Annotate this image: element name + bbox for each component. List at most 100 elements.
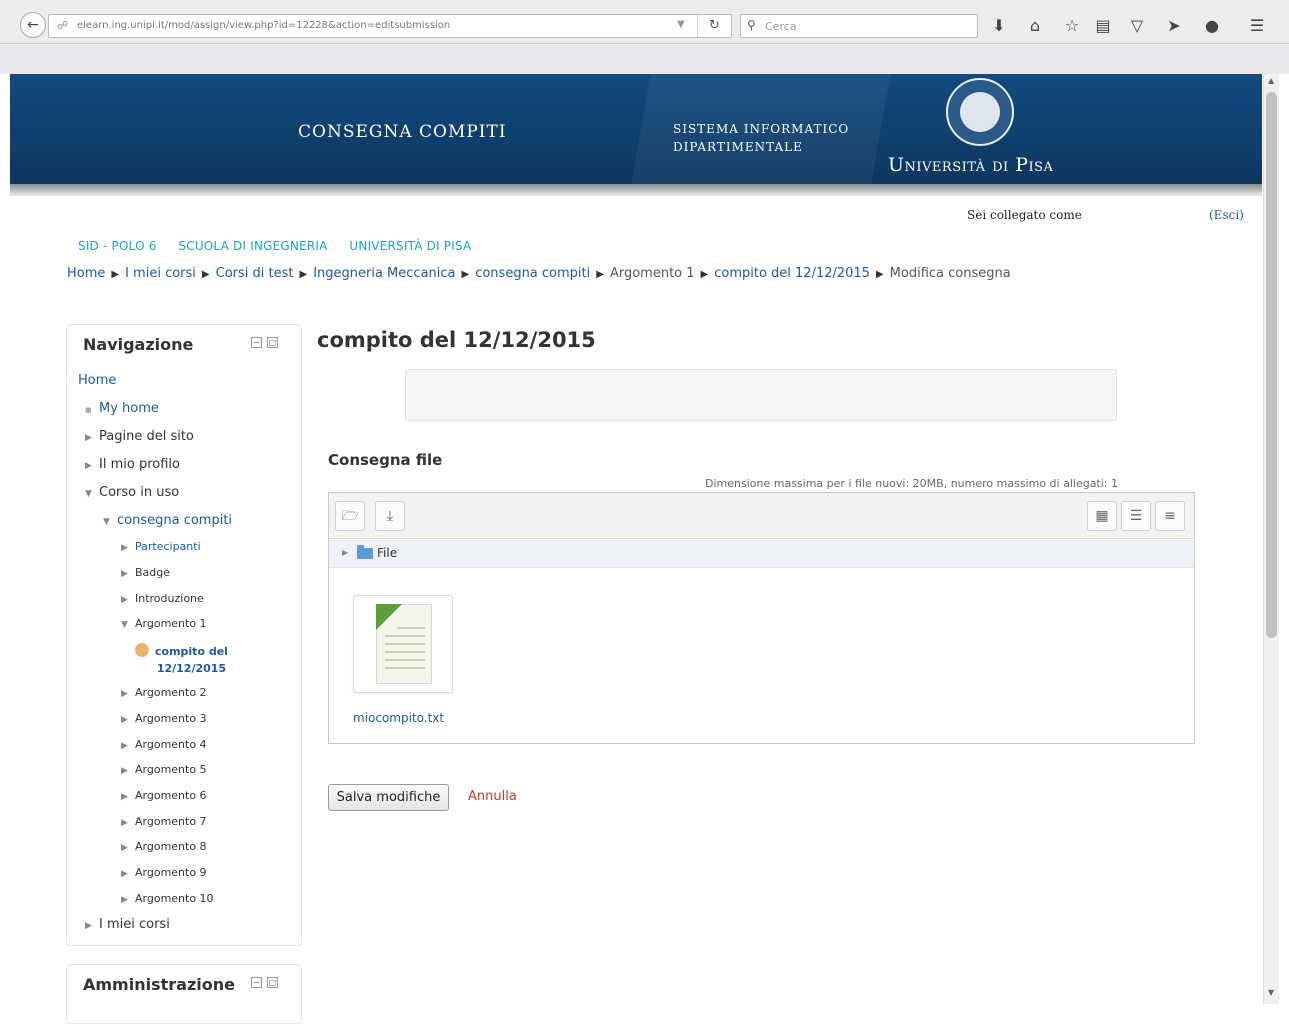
- dock-icon[interactable]: −: [251, 977, 262, 988]
- nav-topic-8[interactable]: ▶ Argomento 8: [121, 840, 207, 853]
- logout-link[interactable]: (Esci): [1209, 208, 1244, 222]
- expand-arrow-icon: ▶: [121, 569, 128, 579]
- page-info-icon[interactable]: ☍: [57, 19, 68, 32]
- nav-badge[interactable]: ▶ Badge: [121, 566, 170, 579]
- scrollbar[interactable]: ▲ ▼: [1263, 74, 1279, 1004]
- breadcrumb-test-courses[interactable]: Corsi di test: [216, 266, 294, 281]
- site-banner: CONSEGNA COMPITI SISTEMA INFORMATICO DIP…: [10, 74, 1262, 184]
- cancel-link[interactable]: Annulla: [468, 789, 517, 804]
- nav-topic-2[interactable]: ▶ Argomento 2: [121, 686, 207, 699]
- expand-arrow-icon: ▶: [121, 818, 128, 828]
- breadcrumb-my-courses[interactable]: I miei corsi: [125, 266, 196, 281]
- nav-current-course[interactable]: ▼ Corso in uso: [85, 485, 179, 500]
- url-text: elearn.ing.unipi.it/mod/assign/view.php?…: [77, 20, 451, 31]
- nav-topic-7[interactable]: ▶ Argomento 7: [121, 815, 207, 828]
- nav-assignment[interactable]: compito del 12/12/2015: [135, 643, 228, 677]
- file-manager-toolbar: 🗁 ⤓ ▦ ☰ ≡: [329, 493, 1194, 539]
- file-submission-label: Consegna file: [328, 451, 443, 469]
- top-link-sid[interactable]: SID - POLO 6: [78, 239, 157, 253]
- nav-topic-4[interactable]: ▶ Argomento 4: [121, 738, 207, 751]
- url-dropdown-icon[interactable]: ▼: [677, 19, 685, 30]
- bullet-icon: ■: [85, 406, 92, 414]
- collapse-block-icon[interactable]: □: [267, 977, 278, 988]
- breadcrumb-separator-icon: ▶: [111, 269, 120, 280]
- text-file-icon: [376, 604, 432, 684]
- scroll-up-icon[interactable]: ▲: [1268, 76, 1274, 85]
- clipboard-icon[interactable]: ▤: [1091, 14, 1115, 38]
- nav-current-course-label: Corso in uso: [99, 485, 180, 500]
- folder-icon: [357, 545, 373, 559]
- nav-topic-6-label: Argomento 6: [135, 789, 207, 802]
- add-file-icon[interactable]: 🗁: [335, 501, 365, 531]
- expand-arrow-icon: ▶: [85, 461, 92, 471]
- url-bar[interactable]: ☍ elearn.ing.unipi.it/mod/assign/view.ph…: [48, 14, 732, 38]
- search-icon: ⚲: [747, 18, 756, 32]
- assignment-icon: [135, 643, 149, 657]
- save-changes-button[interactable]: Salva modifiche: [328, 784, 449, 811]
- view-list-icon[interactable]: ☰: [1121, 501, 1151, 531]
- top-link-unipi[interactable]: UNIVERSITÀ DI PISA: [349, 239, 471, 253]
- nav-topic-10[interactable]: ▶ Argomento 10: [121, 892, 214, 905]
- breadcrumb-home[interactable]: Home: [67, 266, 105, 281]
- nav-my-home[interactable]: ■ My home: [85, 401, 159, 416]
- search-input[interactable]: ⚲ Cerca: [740, 14, 978, 38]
- nav-site-pages[interactable]: ▶ Pagine del sito: [85, 429, 194, 444]
- breadcrumb-separator-icon: ▶: [700, 269, 709, 280]
- breadcrumb-separator-icon: ▶: [461, 269, 470, 280]
- nav-my-courses[interactable]: ▶ I miei corsi: [85, 917, 170, 932]
- nav-course[interactable]: ▼ consegna compiti: [103, 513, 232, 528]
- nav-assignment-label-line1: compito del: [155, 645, 228, 658]
- expand-arrow-icon: ▶: [121, 895, 128, 905]
- nav-topic-6[interactable]: ▶ Argomento 6: [121, 789, 207, 802]
- file-name[interactable]: miocompito.txt: [353, 711, 444, 725]
- nav-topic-3[interactable]: ▶ Argomento 3: [121, 712, 207, 725]
- banner-subtitle: SISTEMA INFORMATICO DIPARTIMENTALE: [673, 120, 849, 156]
- nav-introduction[interactable]: ▶ Introduzione: [121, 592, 204, 605]
- nav-topic-9[interactable]: ▶ Argomento 9: [121, 866, 207, 879]
- top-link-scuola[interactable]: SCUOLA DI INGEGNERIA: [178, 239, 327, 253]
- pocket-icon[interactable]: ▽: [1125, 14, 1149, 38]
- chat-icon[interactable]: ●: [1200, 14, 1224, 38]
- breadcrumb-mechanical-engineering[interactable]: Ingegneria Meccanica: [313, 266, 455, 281]
- university-name: Università di Pisa: [888, 154, 1054, 176]
- dock-icon[interactable]: −: [251, 337, 262, 348]
- breadcrumb-course[interactable]: consegna compiti: [475, 266, 590, 281]
- scroll-down-icon[interactable]: ▼: [1268, 988, 1274, 997]
- folder-label: File: [377, 546, 398, 560]
- breadcrumb-separator-icon: ▶: [875, 269, 884, 280]
- reload-icon[interactable]: ↻: [697, 15, 731, 37]
- nav-my-profile[interactable]: ▶ Il mio profilo: [85, 457, 180, 472]
- download-icon[interactable]: ⬇: [987, 14, 1011, 38]
- breadcrumb-current: Modifica consegna: [889, 266, 1011, 281]
- scrollbar-thumb[interactable]: [1266, 92, 1277, 638]
- collapse-arrow-icon: ▼: [85, 489, 92, 499]
- expand-arrow-icon: ▶: [121, 689, 128, 699]
- bookmark-star-icon[interactable]: ☆: [1060, 14, 1084, 38]
- view-icons-icon[interactable]: ▦: [1087, 501, 1117, 531]
- breadcrumb-separator-icon: ▶: [596, 269, 604, 280]
- file-manager-path[interactable]: ▶ File: [329, 540, 1194, 568]
- breadcrumb-assignment[interactable]: compito del 12/12/2015: [714, 266, 870, 281]
- nav-topic-5[interactable]: ▶ Argomento 5: [121, 763, 207, 776]
- send-icon[interactable]: ➤: [1162, 14, 1186, 38]
- download-all-icon[interactable]: ⤓: [375, 501, 405, 531]
- home-icon[interactable]: ⌂: [1023, 14, 1047, 38]
- file-tile[interactable]: [353, 595, 453, 693]
- nav-topic-1[interactable]: ▼ Argomento 1: [121, 617, 207, 630]
- nav-topic-9-label: Argomento 9: [135, 866, 207, 879]
- university-seal-icon: [946, 78, 1014, 146]
- expand-arrow-icon: ▶: [121, 869, 128, 879]
- nav-participants-label: Partecipanti: [135, 540, 201, 553]
- collapse-block-icon[interactable]: □: [267, 337, 278, 348]
- expand-arrow-icon: ▶: [121, 741, 128, 751]
- nav-participants[interactable]: ▶ Partecipanti: [121, 540, 201, 553]
- back-arrow-icon[interactable]: ←: [20, 12, 46, 38]
- breadcrumb-separator-icon: ▶: [201, 269, 210, 280]
- expand-arrow-icon: ▶: [342, 548, 349, 557]
- view-tree-icon[interactable]: ≡: [1155, 501, 1185, 531]
- menu-icon[interactable]: ☰: [1245, 14, 1269, 38]
- nav-topic-10-label: Argomento 10: [135, 892, 214, 905]
- nav-introduction-label: Introduzione: [135, 592, 204, 605]
- breadcrumb: Home ▶ I miei corsi ▶ Corsi di test ▶ Ingegner…: [67, 266, 1011, 281]
- nav-home[interactable]: Home: [78, 373, 116, 388]
